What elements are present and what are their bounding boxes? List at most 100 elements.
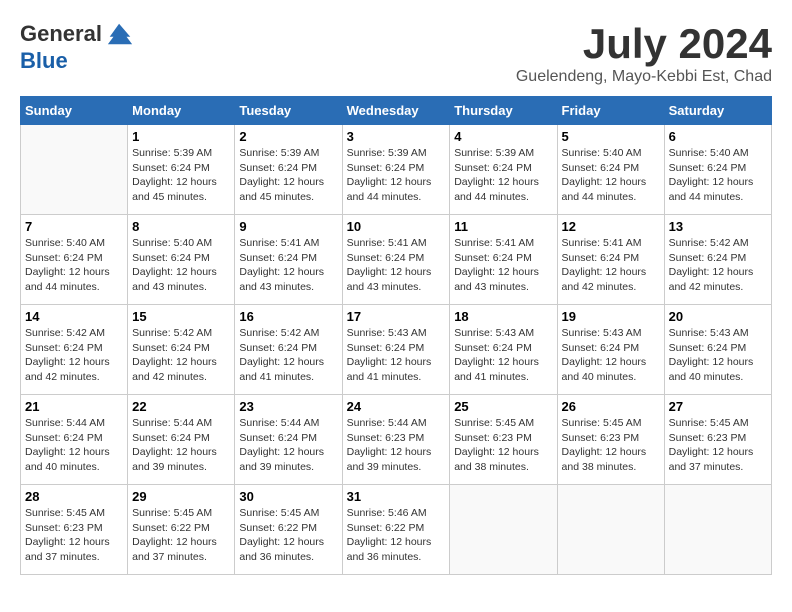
month-title: July 2024: [516, 20, 772, 68]
day-info: Sunrise: 5:44 AMSunset: 6:24 PMDaylight:…: [132, 416, 230, 475]
day-number: 12: [562, 219, 660, 234]
logo: General Blue: [20, 20, 134, 74]
day-info: Sunrise: 5:41 AMSunset: 6:24 PMDaylight:…: [562, 236, 660, 295]
day-number: 31: [347, 489, 446, 504]
day-info: Sunrise: 5:44 AMSunset: 6:24 PMDaylight:…: [25, 416, 123, 475]
day-number: 5: [562, 129, 660, 144]
day-number: 25: [454, 399, 552, 414]
day-info: Sunrise: 5:40 AMSunset: 6:24 PMDaylight:…: [132, 236, 230, 295]
week-row-4: 21 Sunrise: 5:44 AMSunset: 6:24 PMDayligh…: [21, 395, 772, 485]
calendar-cell: 27Sunrise: 5:45 AMSunset: 6:23 PMDayligh…: [664, 395, 771, 485]
calendar-cell: 13Sunrise: 5:42 AMSunset: 6:24 PMDayligh…: [664, 215, 771, 305]
weekday-header-monday: Monday: [128, 97, 235, 125]
day-info: Sunrise: 5:40 AMSunset: 6:24 PMDaylight:…: [669, 146, 767, 205]
day-info: Sunrise: 5:41 AMSunset: 6:24 PMDaylight:…: [239, 236, 337, 295]
day-number: 7: [25, 219, 123, 234]
day-info: Sunrise: 5:42 AMSunset: 6:24 PMDaylight:…: [239, 326, 337, 385]
day-number: 23: [239, 399, 337, 414]
day-number: 13: [669, 219, 767, 234]
day-number: 24: [347, 399, 446, 414]
day-number: 9: [239, 219, 337, 234]
day-number: 11: [454, 219, 552, 234]
day-info: Sunrise: 5:45 AMSunset: 6:22 PMDaylight:…: [239, 506, 337, 565]
calendar-cell: 30 Sunrise: 5:45 AMSunset: 6:22 PMDayligh…: [235, 485, 342, 575]
weekday-header-friday: Friday: [557, 97, 664, 125]
calendar-cell: [664, 485, 771, 575]
calendar-cell: 9 Sunrise: 5:41 AMSunset: 6:24 PMDaylight…: [235, 215, 342, 305]
calendar-cell: 23 Sunrise: 5:44 AMSunset: 6:24 PMDayligh…: [235, 395, 342, 485]
weekday-header-row: SundayMondayTuesdayWednesdayThursdayFrid…: [21, 97, 772, 125]
location-title: Guelendeng, Mayo-Kebbi Est, Chad: [516, 68, 772, 86]
calendar-cell: 6Sunrise: 5:40 AMSunset: 6:24 PMDaylight…: [664, 125, 771, 215]
day-number: 15: [132, 309, 230, 324]
day-info: Sunrise: 5:39 AMSunset: 6:24 PMDaylight:…: [132, 146, 230, 205]
day-number: 16: [239, 309, 337, 324]
day-number: 2: [239, 129, 337, 144]
day-number: 29: [132, 489, 230, 504]
day-info: Sunrise: 5:39 AMSunset: 6:24 PMDaylight:…: [454, 146, 552, 205]
calendar-cell: 10 Sunrise: 5:41 AMSunset: 6:24 PMDayligh…: [342, 215, 450, 305]
week-row-2: 7 Sunrise: 5:40 AMSunset: 6:24 PMDaylight…: [21, 215, 772, 305]
calendar-cell: 20 Sunrise: 5:43 AMSunset: 6:24 PMDayligh…: [664, 305, 771, 395]
page-header: General Blue July 2024 Guelendeng, Mayo-…: [20, 20, 772, 86]
calendar-cell: 25Sunrise: 5:45 AMSunset: 6:23 PMDayligh…: [450, 395, 557, 485]
day-info: Sunrise: 5:39 AMSunset: 6:24 PMDaylight:…: [239, 146, 337, 205]
calendar-cell: 7 Sunrise: 5:40 AMSunset: 6:24 PMDaylight…: [21, 215, 128, 305]
calendar-cell: 29Sunrise: 5:45 AMSunset: 6:22 PMDayligh…: [128, 485, 235, 575]
calendar-cell: 1Sunrise: 5:39 AMSunset: 6:24 PMDaylight…: [128, 125, 235, 215]
day-number: 8: [132, 219, 230, 234]
day-number: 28: [25, 489, 123, 504]
day-number: 20: [669, 309, 767, 324]
calendar-cell: 21 Sunrise: 5:44 AMSunset: 6:24 PMDayligh…: [21, 395, 128, 485]
calendar-cell: 18 Sunrise: 5:43 AMSunset: 6:24 PMDayligh…: [450, 305, 557, 395]
day-number: 21: [25, 399, 123, 414]
weekday-header-thursday: Thursday: [450, 97, 557, 125]
day-info: Sunrise: 5:43 AMSunset: 6:24 PMDaylight:…: [562, 326, 660, 385]
calendar-cell: 2 Sunrise: 5:39 AMSunset: 6:24 PMDaylight…: [235, 125, 342, 215]
calendar-cell: 22Sunrise: 5:44 AMSunset: 6:24 PMDayligh…: [128, 395, 235, 485]
day-info: Sunrise: 5:39 AMSunset: 6:24 PMDaylight:…: [347, 146, 446, 205]
day-number: 17: [347, 309, 446, 324]
calendar-cell: 3 Sunrise: 5:39 AMSunset: 6:24 PMDaylight…: [342, 125, 450, 215]
day-info: Sunrise: 5:45 AMSunset: 6:23 PMDaylight:…: [562, 416, 660, 475]
day-info: Sunrise: 5:43 AMSunset: 6:24 PMDaylight:…: [669, 326, 767, 385]
day-info: Sunrise: 5:40 AMSunset: 6:24 PMDaylight:…: [25, 236, 123, 295]
logo-blue-text: Blue: [20, 48, 68, 74]
calendar-cell: 15 Sunrise: 5:42 AMSunset: 6:24 PMDayligh…: [128, 305, 235, 395]
weekday-header-tuesday: Tuesday: [235, 97, 342, 125]
day-info: Sunrise: 5:42 AMSunset: 6:24 PMDaylight:…: [25, 326, 123, 385]
day-info: Sunrise: 5:41 AMSunset: 6:24 PMDaylight:…: [347, 236, 446, 295]
day-number: 3: [347, 129, 446, 144]
logo-general-text: General: [20, 21, 102, 47]
day-info: Sunrise: 5:45 AMSunset: 6:23 PMDaylight:…: [25, 506, 123, 565]
day-number: 4: [454, 129, 552, 144]
week-row-5: 28 Sunrise: 5:45 AMSunset: 6:23 PMDayligh…: [21, 485, 772, 575]
day-info: Sunrise: 5:43 AMSunset: 6:24 PMDaylight:…: [454, 326, 552, 385]
calendar-cell: 4 Sunrise: 5:39 AMSunset: 6:24 PMDaylight…: [450, 125, 557, 215]
day-info: Sunrise: 5:44 AMSunset: 6:23 PMDaylight:…: [347, 416, 446, 475]
day-number: 18: [454, 309, 552, 324]
day-info: Sunrise: 5:46 AMSunset: 6:22 PMDaylight:…: [347, 506, 446, 565]
calendar-cell: 11Sunrise: 5:41 AMSunset: 6:24 PMDayligh…: [450, 215, 557, 305]
day-info: Sunrise: 5:40 AMSunset: 6:24 PMDaylight:…: [562, 146, 660, 205]
calendar-cell: 28 Sunrise: 5:45 AMSunset: 6:23 PMDayligh…: [21, 485, 128, 575]
day-info: Sunrise: 5:43 AMSunset: 6:24 PMDaylight:…: [347, 326, 446, 385]
weekday-header-sunday: Sunday: [21, 97, 128, 125]
calendar-cell: [21, 125, 128, 215]
calendar-cell: [450, 485, 557, 575]
calendar-cell: [557, 485, 664, 575]
calendar-cell: 31 Sunrise: 5:46 AMSunset: 6:22 PMDayligh…: [342, 485, 450, 575]
day-number: 27: [669, 399, 767, 414]
day-info: Sunrise: 5:44 AMSunset: 6:24 PMDaylight:…: [239, 416, 337, 475]
calendar-cell: 16 Sunrise: 5:42 AMSunset: 6:24 PMDayligh…: [235, 305, 342, 395]
day-number: 10: [347, 219, 446, 234]
week-row-3: 14 Sunrise: 5:42 AMSunset: 6:24 PMDayligh…: [21, 305, 772, 395]
calendar-cell: 24 Sunrise: 5:44 AMSunset: 6:23 PMDayligh…: [342, 395, 450, 485]
day-number: 30: [239, 489, 337, 504]
calendar-cell: 14 Sunrise: 5:42 AMSunset: 6:24 PMDayligh…: [21, 305, 128, 395]
calendar-table: SundayMondayTuesdayWednesdayThursdayFrid…: [20, 96, 772, 575]
calendar-cell: 19Sunrise: 5:43 AMSunset: 6:24 PMDayligh…: [557, 305, 664, 395]
calendar-title-area: July 2024 Guelendeng, Mayo-Kebbi Est, Ch…: [516, 20, 772, 86]
day-info: Sunrise: 5:42 AMSunset: 6:24 PMDaylight:…: [132, 326, 230, 385]
day-number: 14: [25, 309, 123, 324]
